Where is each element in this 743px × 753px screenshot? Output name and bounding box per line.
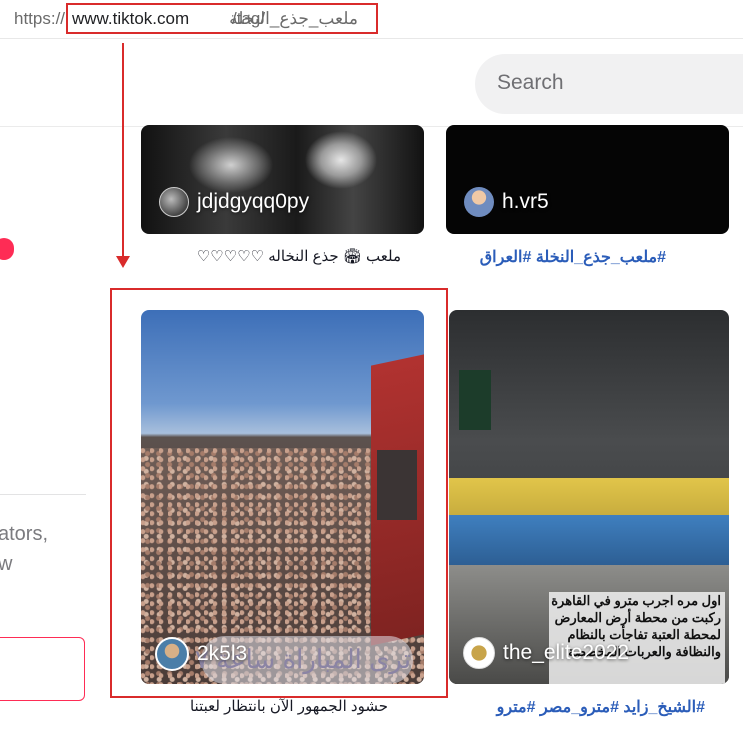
video-card[interactable]: jdjdgyqq0py	[141, 125, 424, 234]
video-caption[interactable]: ملعب 🏟 جذع النخاله ♡♡♡♡♡	[146, 247, 401, 265]
sidebar-text-line: w	[0, 553, 13, 575]
avatar	[464, 187, 494, 217]
video-card[interactable]: h.vr5	[446, 125, 729, 234]
video-author[interactable]: the_elite2022	[463, 637, 629, 669]
author-name: h.vr5	[502, 190, 549, 213]
author-name: the_elite2022	[503, 641, 630, 664]
video-thumbnail-sign	[459, 370, 491, 430]
arrow-down-icon	[116, 256, 130, 268]
url-scheme: https://	[14, 9, 66, 28]
search-input[interactable]	[497, 71, 737, 95]
avatar	[463, 637, 495, 669]
annotation-arrow-line	[122, 43, 124, 258]
url-highlight-box	[66, 3, 378, 34]
notification-badge	[0, 238, 14, 260]
video-caption[interactable]: #ملعب_جذع_النخلة #العراق	[451, 247, 666, 267]
site-header	[0, 39, 743, 127]
video-highlight-box	[110, 288, 448, 698]
sidebar-divider	[0, 494, 86, 495]
video-thumbnail-wall	[449, 478, 729, 518]
video-thumbnail-tiles	[449, 515, 729, 565]
avatar	[159, 187, 189, 217]
address-bar[interactable]: https:// www.tiktok.com /tag/ ملعب_جذع_ا…	[0, 0, 743, 39]
video-author[interactable]: jdjdgyqq0py	[159, 187, 309, 217]
video-caption[interactable]: حشود الجمهور الآن بانتظار لعبتنا	[146, 697, 388, 715]
sidebar-text-line: ators,	[0, 523, 49, 545]
video-caption[interactable]: #الشيخ_زايد #مترو_مصر #مترو	[451, 697, 705, 717]
login-button[interactable]	[0, 637, 85, 701]
search-box[interactable]	[475, 54, 743, 114]
author-name: jdjdgyqq0py	[197, 190, 310, 213]
video-author[interactable]: h.vr5	[464, 187, 549, 217]
video-card[interactable]: اول مره اجرب مترو في القاهرة ركبت من محط…	[449, 310, 729, 684]
